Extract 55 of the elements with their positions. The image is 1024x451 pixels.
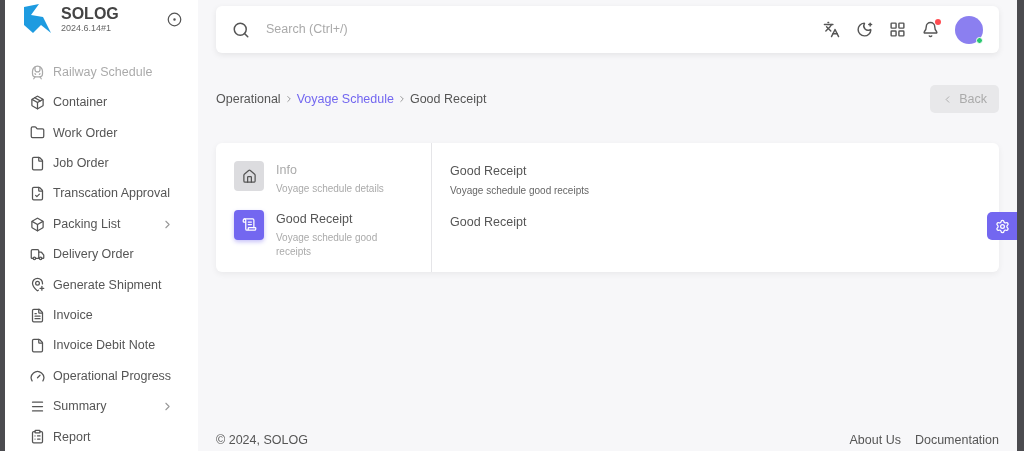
step-subtitle: Voyage schedule details — [276, 181, 385, 196]
folder-icon — [30, 125, 45, 141]
copyright-text: © 2024, SOLOG — [216, 431, 308, 449]
step-tab[interactable]: Good Receipt Voyage schedule good receipts — [234, 209, 413, 259]
sidebar-item[interactable]: Report — [5, 421, 198, 451]
sidebar-item[interactable]: Transcation Approval — [5, 178, 198, 209]
notification-icon[interactable] — [922, 21, 939, 38]
sidebar-item[interactable]: Summary — [5, 391, 198, 422]
file-check-icon — [30, 186, 45, 202]
avatar[interactable] — [955, 15, 983, 44]
step-title: Info — [276, 162, 298, 179]
receipt-icon — [241, 217, 257, 233]
sidebar-item[interactable]: Work Order — [5, 117, 198, 149]
truck-icon — [30, 247, 45, 263]
cube-icon — [30, 95, 45, 111]
translate-icon[interactable] — [823, 21, 840, 38]
clipboard-icon — [30, 429, 45, 445]
step-subtitle: Voyage schedule good receipts — [276, 230, 379, 259]
file-text-icon — [30, 307, 45, 323]
sidebar-item[interactable]: Packing List — [5, 208, 198, 240]
search-input[interactable]: Search (Ctrl+/) — [266, 20, 807, 39]
section-label: Good Receipt — [450, 213, 528, 231]
breadcrumb-link[interactable]: Voyage Schedule — [296, 89, 394, 109]
box-icon — [30, 216, 45, 232]
grid-icon[interactable] — [889, 21, 906, 38]
search-field[interactable]: Search (Ctrl+/) — [232, 13, 807, 46]
settings-button[interactable] — [987, 212, 1017, 240]
menu-icon — [30, 399, 45, 414]
home-icon — [241, 168, 257, 184]
top-bar[interactable]: Search (Ctrl+/) — [216, 6, 999, 53]
gauge-icon — [30, 368, 45, 384]
sidebar-item[interactable]: Operational Progress — [5, 360, 198, 392]
train-icon — [30, 64, 45, 80]
file-icon — [30, 155, 45, 171]
panel-subtitle: Voyage schedule good receipts — [450, 183, 590, 198]
moon-icon[interactable] — [856, 21, 873, 38]
sidebar-item[interactable]: Invoice Debit Note — [5, 330, 198, 361]
sidebar-item[interactable]: Invoice — [5, 300, 198, 331]
step-title: Good Receipt — [276, 210, 354, 228]
file-icon — [30, 338, 45, 354]
panel-title: Good Receipt — [450, 163, 528, 180]
breadcrumb-item: Good Receipt — [409, 90, 487, 108]
sidebar-item[interactable]: Job Order — [5, 148, 198, 179]
brand-name: SOLOG — [61, 5, 119, 22]
breadcrumb-item: Operational — [216, 90, 281, 108]
settings-icon — [994, 218, 1010, 234]
sidebar-item[interactable]: Delivery Order — [5, 239, 198, 270]
footer-link[interactable]: Documentation — [914, 430, 999, 450]
sidebar-item[interactable]: Generate Shipment — [5, 269, 198, 301]
pin-toggle-icon[interactable] — [167, 11, 182, 27]
search-icon — [232, 20, 250, 39]
sidebar-item[interactable]: Container — [5, 87, 198, 118]
footer-link[interactable]: About Us — [849, 430, 901, 450]
map-pin-icon — [30, 277, 45, 293]
version-text: 2024.6.14#1 — [61, 23, 113, 33]
